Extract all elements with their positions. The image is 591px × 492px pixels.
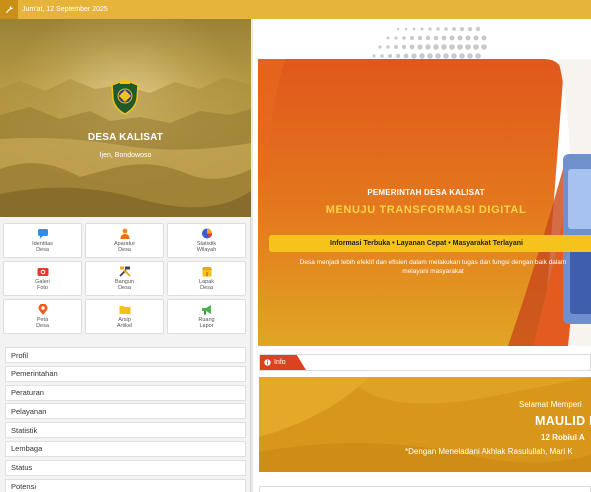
quick-link-arsip-artikel[interactable]: Arsip Artikel <box>85 299 164 334</box>
info-tab[interactable]: Info <box>260 355 306 370</box>
banner-subtitle: PEMERINTAH DESA KALISAT <box>367 188 485 197</box>
banner-tagline: Informasi Terbuka • Layanan Cepat • Masy… <box>269 235 591 252</box>
quick-link-aparatur-desa[interactable]: Aparatur Desa <box>85 223 164 258</box>
menu-item-profil[interactable]: Profil <box>5 347 246 363</box>
info-section-header: Info <box>259 354 591 371</box>
main-content: PEMERINTAH DESA KALISAT MENUJU TRANSFORM… <box>253 19 591 492</box>
menu-item-pelayanan[interactable]: Pelayanan <box>5 403 246 420</box>
banner-description: Desa menjadi lebih efektif dan efisien d… <box>270 259 591 276</box>
shop-icon <box>201 266 212 276</box>
menu-item-potensi[interactable]: Potensi <box>5 478 246 492</box>
quick-link-label: Statistik Wilayah <box>196 240 217 254</box>
quick-links-grid: Identitas Desa Aparatur Desa Statistik W… <box>3 223 247 334</box>
chat-icon <box>37 228 48 238</box>
quick-link-lapak-desa[interactable]: Lapak Desa <box>167 261 246 296</box>
hero-banner[interactable]: PEMERINTAH DESA KALISAT MENUJU TRANSFORM… <box>258 59 591 346</box>
tools-icon <box>118 266 131 277</box>
quick-link-label: Peta Desa <box>36 316 49 330</box>
quick-link-label: Aparatur Desa <box>113 240 136 254</box>
quick-link-label: Arsip Artikel <box>116 316 133 330</box>
banner-description-line: melayani masyarakat <box>402 267 464 275</box>
banner-description-line: Desa menjadi lebih efektif dan efisien d… <box>299 259 567 266</box>
announcement-title: MAULID N <box>535 414 591 428</box>
village-name: DESA KALISAT <box>87 132 164 143</box>
menu-item-peraturan[interactable]: Peraturan <box>5 384 246 401</box>
decorative-dots <box>372 26 487 59</box>
info-label: Info <box>274 359 286 366</box>
quick-link-bangun-desa[interactable]: Bangun Desa <box>85 261 164 296</box>
left-sidebar: DESA KALISAT Ijen, Bondowoso Identitas D… <box>0 19 251 492</box>
quick-link-label: Galeri Foto <box>35 278 50 292</box>
village-region: Ijen, Bondowoso <box>99 152 152 159</box>
quick-link-ruang-lapor[interactable]: Ruang Lapor <box>167 299 246 334</box>
top-bar: Jum'at, 12 September 2025 <box>0 0 591 19</box>
quick-link-galeri-foto[interactable]: Galeri Foto <box>3 261 82 296</box>
announcement-date: 12 Robiul A <box>541 433 585 442</box>
announcement-greeting: Selamat Memperi <box>519 400 582 409</box>
menu-item-pemerintahan[interactable]: Pemerintahan <box>5 365 246 382</box>
quick-link-label: Ruang Lapor <box>198 316 215 330</box>
next-section-card <box>259 486 591 492</box>
menu-item-statistik[interactable]: Statistik <box>5 422 246 439</box>
main-menu: Profil Pemerintahan Peraturan Pelayanan … <box>5 347 246 492</box>
camera-icon <box>37 267 48 276</box>
menu-item-status[interactable]: Status <box>5 459 246 476</box>
quick-link-statistik-wilayah[interactable]: Statistik Wilayah <box>167 223 246 258</box>
person-icon <box>120 228 129 239</box>
map-pin-icon <box>38 303 47 315</box>
current-date: Jum'at, 12 September 2025 <box>22 6 108 13</box>
announcement-banner[interactable]: Selamat Memperi MAULID N 12 Robiul A *De… <box>259 377 591 472</box>
wrench-icon[interactable] <box>0 0 18 19</box>
info-icon <box>264 359 271 366</box>
announcement-quote: *Dengan Meneladani Akhlak Rasulullah, Ma… <box>405 447 573 456</box>
banner-title: MENUJU TRANSFORMASI DIGITAL <box>325 204 527 216</box>
quick-link-label: Identitas Desa <box>32 240 53 254</box>
megaphone-icon <box>201 304 211 314</box>
pie-chart-icon <box>201 228 212 238</box>
village-emblem-icon <box>111 79 139 115</box>
quick-link-peta-desa[interactable]: Peta Desa <box>3 299 82 334</box>
quick-link-identitas-desa[interactable]: Identitas Desa <box>3 223 82 258</box>
banner-background <box>258 59 591 346</box>
folder-icon <box>119 305 130 314</box>
quick-link-label: Lapak Desa <box>199 278 214 292</box>
village-hero: DESA KALISAT Ijen, Bondowoso <box>0 19 251 217</box>
quick-link-label: Bangun Desa <box>115 278 134 292</box>
menu-item-lembaga[interactable]: Lembaga <box>5 440 246 457</box>
